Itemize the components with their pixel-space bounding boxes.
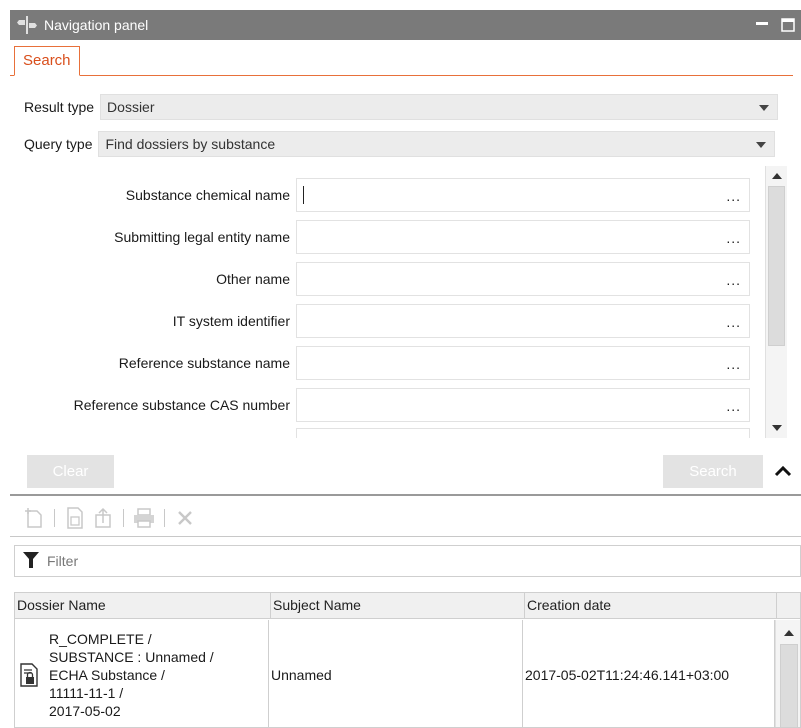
table-header: Dossier Name Subject Name Creation date [15, 593, 800, 619]
field-submitting-legal-entity-name: Submitting legal entity name ... [12, 220, 756, 254]
substance-chemical-name-input[interactable]: ... [296, 178, 750, 212]
field-label: Other name [216, 271, 290, 287]
dropdown-arrow-icon [756, 142, 767, 148]
scroll-thumb[interactable] [780, 644, 798, 727]
result-type-value: Dossier [107, 99, 155, 115]
dossier-name-line: R_COMPLETE / [49, 631, 152, 647]
field-label: Reference substance CAS number [73, 397, 290, 413]
text-caret [303, 186, 304, 204]
scroll-thumb[interactable] [768, 186, 785, 346]
scroll-down-icon[interactable] [767, 418, 787, 438]
window-titlebar: Navigation panel [10, 10, 801, 40]
chevron-up-icon[interactable] [772, 460, 794, 482]
scroll-up-icon[interactable] [780, 624, 798, 642]
dossier-name-line: ECHA Substance / [49, 667, 165, 683]
query-type-value: Find dossiers by substance [105, 136, 276, 152]
field-next-partial [12, 428, 756, 438]
toolbar-separator [123, 509, 124, 527]
query-type-select[interactable]: Find dossiers by substance [98, 131, 776, 157]
table-row[interactable]: R_COMPLETE / SUBSTANCE : Unnamed / ECHA … [15, 620, 775, 727]
cell-creation-date: 2017-05-02T11:24:46.141+03:00 [523, 620, 775, 727]
toolbar-separator [54, 509, 55, 527]
field-other-name: Other name ... [12, 262, 756, 296]
locked-dossier-icon [19, 663, 41, 687]
field-it-system-identifier: IT system identifier ... [12, 304, 756, 338]
results-table: Dossier Name Subject Name Creation date … [14, 592, 801, 728]
field-reference-substance-cas-number: Reference substance CAS number ... [12, 388, 756, 422]
filter-placeholder: Filter [47, 553, 79, 569]
dossier-name-line: 2017-05-02 [49, 703, 121, 719]
search-button[interactable]: Search [663, 455, 763, 488]
delete-icon[interactable] [171, 504, 199, 532]
submitting-legal-entity-name-input[interactable]: ... [296, 220, 750, 254]
scroll-up-icon[interactable] [767, 166, 787, 186]
column-header-creation-date[interactable]: Creation date [525, 593, 777, 619]
browse-button[interactable]: ... [726, 356, 741, 372]
browse-button[interactable]: ... [726, 398, 741, 414]
result-type-row: Result type Dossier [24, 93, 779, 121]
field-substance-chemical-name: Substance chemical name ... [12, 178, 756, 212]
field-reference-substance-name: Reference substance name ... [12, 346, 756, 380]
maximize-icon[interactable] [775, 10, 801, 40]
result-type-label: Result type [24, 99, 95, 115]
fields-scrollbar[interactable] [765, 166, 787, 438]
field-label: Submitting legal entity name [114, 229, 290, 245]
field-label: Substance chemical name [125, 187, 290, 203]
toolbar-separator [164, 509, 165, 527]
browse-button[interactable]: ... [726, 188, 741, 204]
results-toolbar [20, 502, 199, 534]
browse-button[interactable]: ... [726, 230, 741, 246]
browse-button[interactable]: ... [726, 272, 741, 288]
clear-button[interactable]: Clear [27, 455, 114, 488]
dossier-name-line: SUBSTANCE : Unnamed / [49, 649, 214, 665]
document-icon[interactable] [61, 504, 89, 532]
navigation-panel-icon [16, 14, 38, 36]
reference-substance-cas-number-input[interactable]: ... [296, 388, 750, 422]
it-system-identifier-input[interactable]: ... [296, 304, 750, 338]
cell-dossier-name: R_COMPLETE / SUBSTANCE : Unnamed / ECHA … [15, 620, 269, 727]
field-label: Reference substance name [118, 355, 290, 371]
toolbar-divider [10, 536, 801, 537]
cell-subject-name: Unnamed [269, 620, 523, 727]
new-dossier-icon[interactable] [20, 504, 48, 532]
tab-search[interactable]: Search [14, 46, 80, 76]
result-type-select[interactable]: Dossier [100, 94, 779, 120]
dossier-name-text: R_COMPLETE / SUBSTANCE : Unnamed / ECHA … [49, 630, 214, 720]
export-icon[interactable] [89, 504, 117, 532]
query-type-label: Query type [24, 136, 93, 152]
column-header-dossier-name[interactable]: Dossier Name [15, 593, 271, 619]
column-header-subject-name[interactable]: Subject Name [271, 593, 525, 619]
browse-button[interactable]: ... [726, 314, 741, 330]
tab-bar: Search [10, 46, 793, 76]
minimize-icon[interactable] [749, 10, 775, 40]
window-title: Navigation panel [44, 17, 149, 33]
field-label: IT system identifier [172, 313, 290, 329]
panel-divider[interactable] [10, 494, 801, 496]
filter-input[interactable]: Filter [14, 545, 801, 577]
reference-substance-name-input[interactable]: ... [296, 346, 750, 380]
print-icon[interactable] [130, 504, 158, 532]
search-fields-area: Substance chemical name ... Submitting l… [12, 166, 790, 438]
other-name-input[interactable]: ... [296, 262, 750, 296]
table-scrollbar[interactable] [775, 620, 800, 727]
dropdown-arrow-icon [759, 105, 770, 111]
query-type-row: Query type Find dossiers by substance [24, 130, 776, 158]
filter-icon [23, 551, 39, 572]
next-field-input[interactable] [296, 428, 750, 438]
dossier-name-line: 11111-11-1 / [49, 685, 124, 701]
